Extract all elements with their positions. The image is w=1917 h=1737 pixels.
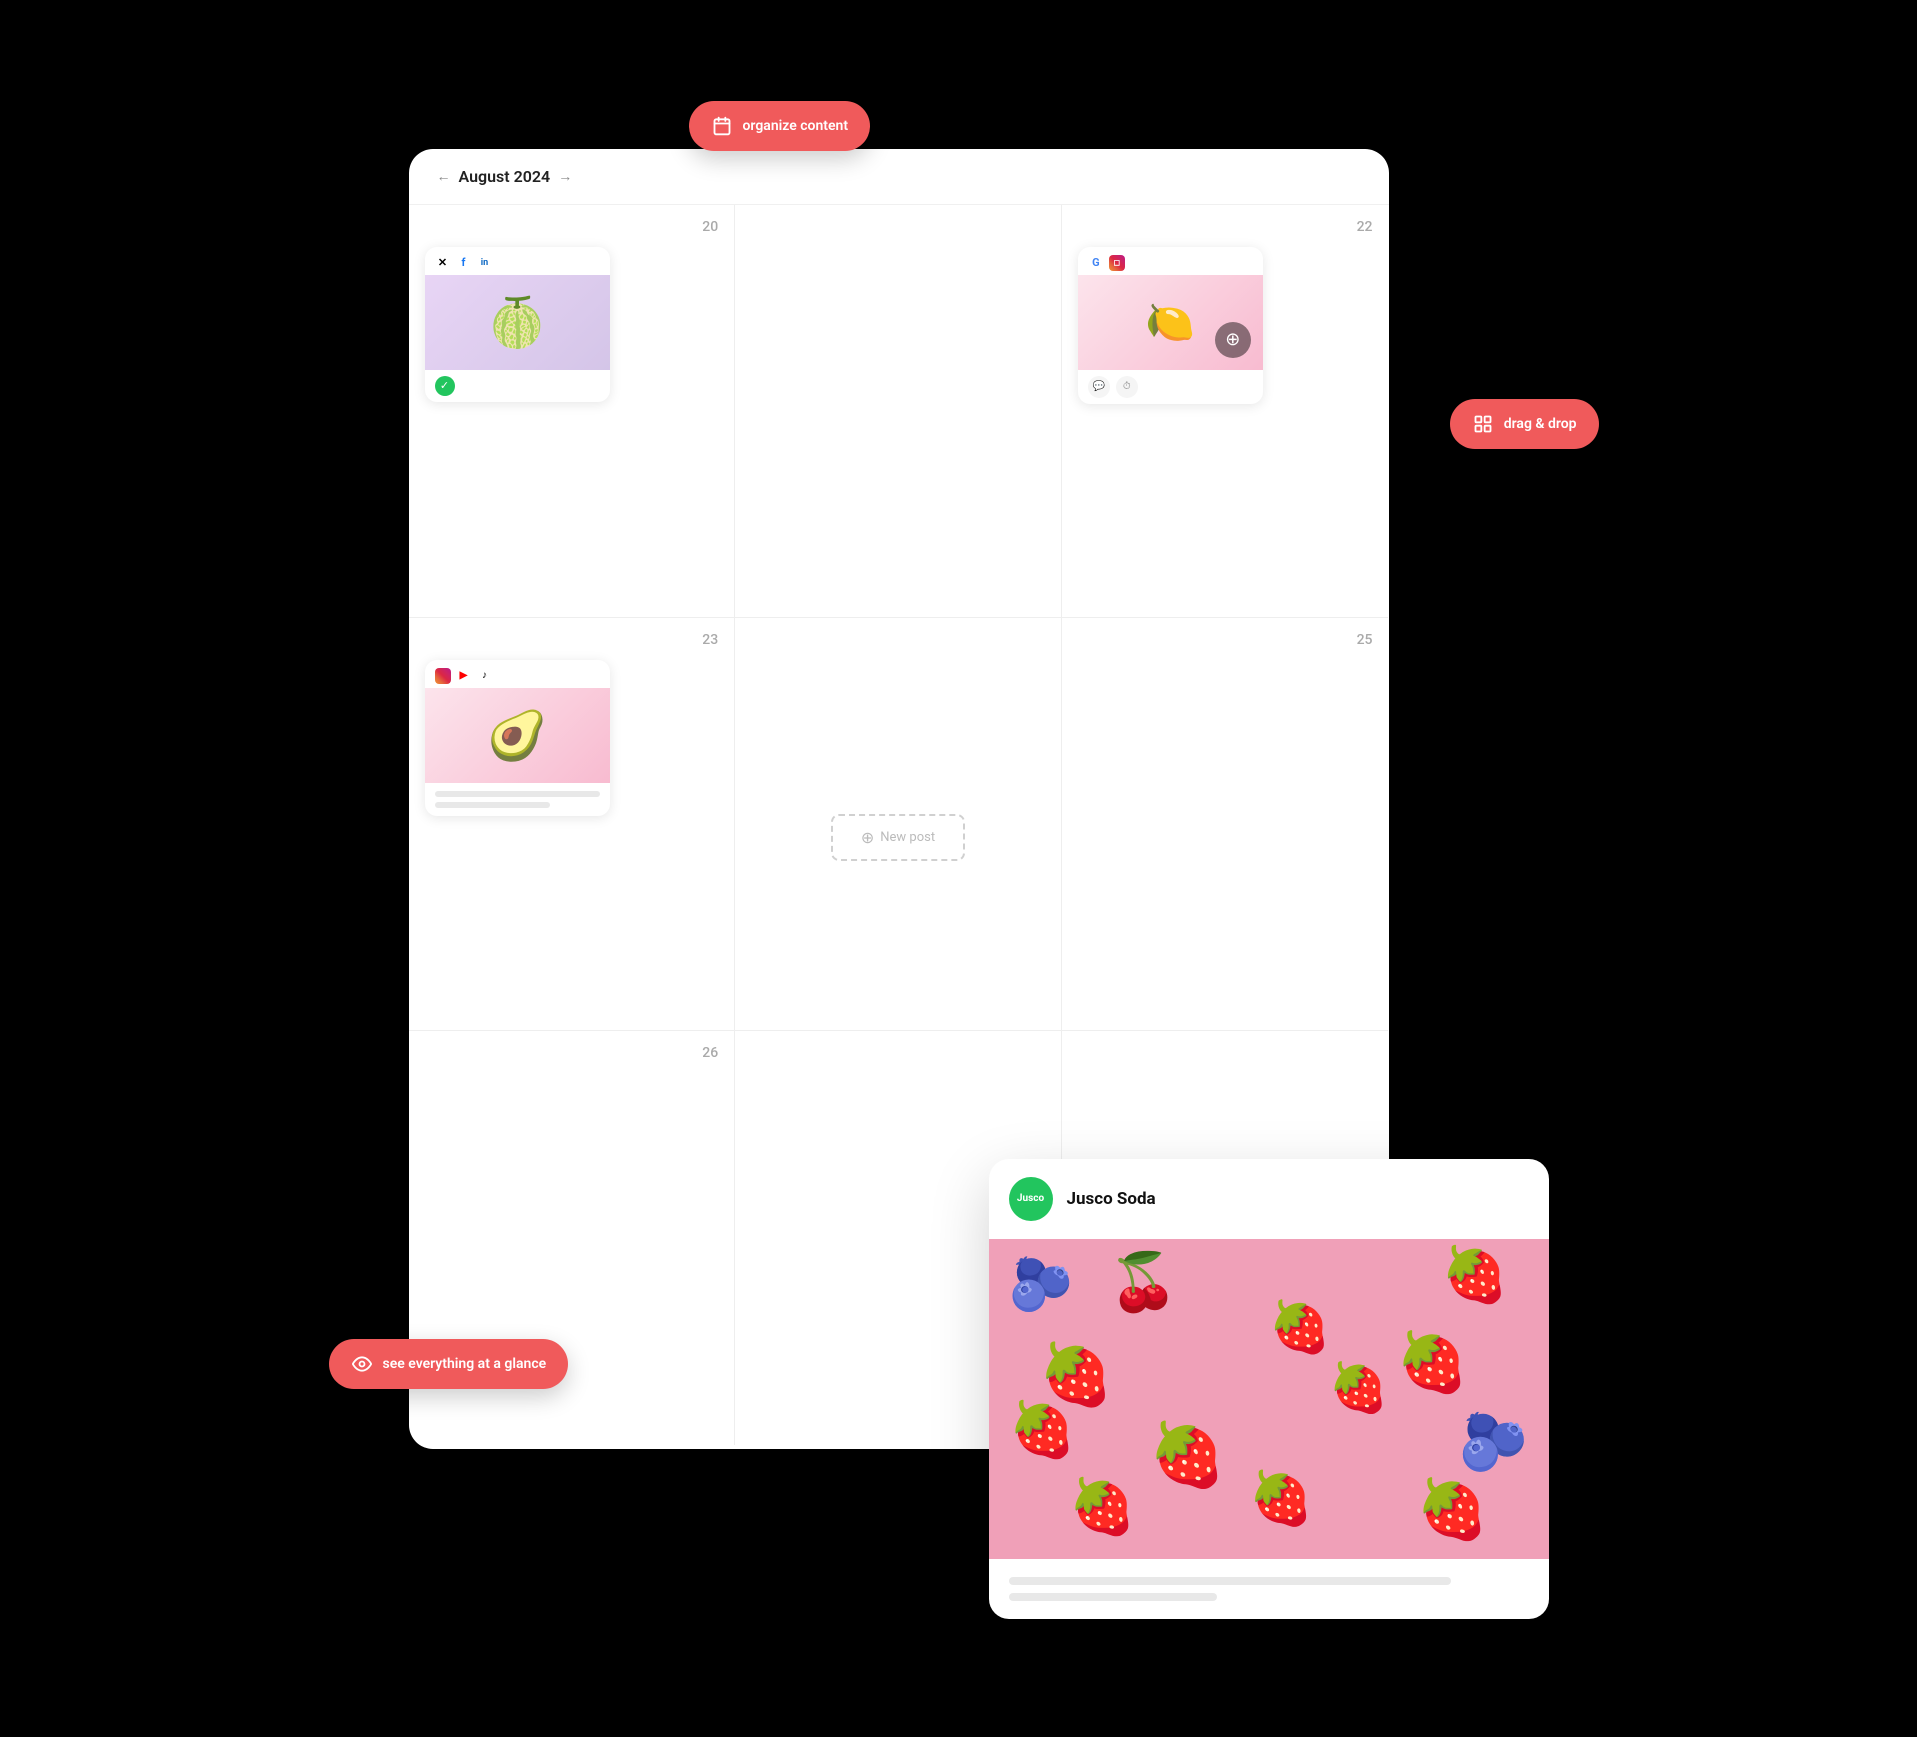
- preview-text-line-2: [1009, 1593, 1217, 1601]
- day-23: 23: [702, 632, 718, 648]
- organize-badge-label: organize content: [743, 118, 849, 134]
- berry-6: 🍓: [1009, 1399, 1076, 1462]
- calendar-nav: ← August 2024 →: [437, 167, 573, 186]
- avocado-emoji: 🥑: [487, 707, 547, 764]
- day-25: 25: [1357, 632, 1373, 648]
- post-card-20-footer: ✓: [425, 370, 610, 402]
- youtube-icon: ▶: [456, 668, 472, 684]
- berry-7: 🍓: [1149, 1419, 1226, 1492]
- tiktok-icon: ♪: [477, 668, 493, 684]
- day-20: 20: [702, 219, 718, 235]
- melon-image: 🍈: [425, 275, 610, 370]
- berry-background: 🫐 🍒 🍓 🍓 🍓 🍓 🍓 🫐 🍓 🍓 🍓 🍓 🍓: [989, 1239, 1549, 1559]
- cal-cell-20: 20 ✕ f in 🍈 ✓: [409, 205, 736, 618]
- calendar-icon: [711, 115, 733, 137]
- brand-initials: Jusco: [1017, 1193, 1044, 1204]
- plus-icon: ⊕: [861, 828, 874, 847]
- day-22: 22: [1357, 219, 1373, 235]
- citrus-image: 🍋 ⊕: [1078, 275, 1263, 370]
- post-card-23-text: [425, 783, 610, 816]
- text-line-2: [435, 802, 551, 808]
- brand-name: Jusco Soda: [1067, 1189, 1156, 1209]
- avocado-image: 🥑: [425, 688, 610, 783]
- brand-avatar: Jusco: [1009, 1177, 1053, 1221]
- post-card-22-icons: G ◻: [1078, 247, 1263, 275]
- berry-8: 🫐: [1459, 1409, 1529, 1475]
- berry-2: 🍒: [1109, 1249, 1179, 1315]
- post-card-melon[interactable]: ✕ f in 🍈 ✓: [425, 247, 610, 402]
- berry-5: 🍓: [1396, 1329, 1468, 1397]
- post-preview-image: 🫐 🍒 🍓 🍓 🍓 🍓 🍓 🫐 🍓 🍓 🍓 🍓 🍓: [989, 1239, 1549, 1559]
- new-post-label: New post: [880, 830, 935, 845]
- organize-badge: organize content: [689, 101, 871, 151]
- instagram-icon: ◻: [1109, 255, 1125, 271]
- cal-cell-center: [735, 205, 1062, 618]
- post-preview-footer: [989, 1559, 1549, 1619]
- glance-badge: see everything at a glance: [329, 1339, 569, 1389]
- comment-icon: 💬: [1088, 376, 1110, 398]
- post-preview-card: Jusco Jusco Soda 🫐 🍒 🍓 🍓 🍓 🍓 🍓 🫐 🍓 🍓 🍓 🍓: [989, 1159, 1549, 1619]
- cal-cell-25: 25: [1062, 618, 1389, 1031]
- day-26: 26: [702, 1045, 718, 1061]
- berry-3: 🍓: [1441, 1244, 1508, 1307]
- post-card-citrus[interactable]: G ◻ 🍋 ⊕ 💬 ⏱: [1078, 247, 1263, 404]
- main-scene: organize content ← August 2024 → 20 ✕ f …: [409, 119, 1509, 1619]
- berry-11: 🍓: [1249, 1468, 1314, 1529]
- berry-13: 🍓: [1329, 1359, 1389, 1416]
- new-post-placeholder[interactable]: ⊕ New post: [831, 814, 965, 861]
- melon-emoji: 🍈: [487, 294, 547, 351]
- next-arrow[interactable]: →: [558, 168, 572, 185]
- prev-arrow[interactable]: ←: [437, 168, 451, 185]
- drag-icon: [1472, 413, 1494, 435]
- calendar-title: August 2024: [459, 167, 551, 186]
- citrus-emoji: 🍋: [1145, 299, 1195, 346]
- preview-text-line-1: [1009, 1577, 1451, 1585]
- dragdrop-badge: drag & drop: [1450, 399, 1599, 449]
- post-card-23-icons: ▶ ♪: [425, 660, 610, 688]
- facebook-icon: f: [456, 255, 472, 271]
- twitter-icon: ✕: [435, 255, 451, 271]
- eye-icon: [351, 1353, 373, 1375]
- cal-cell-24: ⊕ New post: [735, 618, 1062, 1031]
- post-card-22-actions: 💬 ⏱: [1078, 370, 1263, 404]
- text-line-1: [435, 791, 600, 797]
- calendar-header: ← August 2024 →: [409, 149, 1389, 205]
- post-card-avocado[interactable]: ▶ ♪ 🥑: [425, 660, 610, 816]
- dragdrop-badge-label: drag & drop: [1504, 416, 1577, 432]
- overlay-action-icon: ⊕: [1215, 322, 1251, 358]
- linkedin-icon: in: [477, 255, 493, 271]
- cal-cell-22: 22 G ◻ 🍋 ⊕ 💬 ⏱: [1062, 205, 1389, 618]
- berry-9: 🍓: [1069, 1476, 1136, 1539]
- post-preview-header: Jusco Jusco Soda: [989, 1159, 1549, 1239]
- clock-icon: ⏱: [1116, 376, 1138, 398]
- berry-10: 🍓: [1416, 1476, 1488, 1544]
- berry-12: 🍓: [1269, 1299, 1331, 1357]
- post-card-20-icons: ✕ f in: [425, 247, 610, 275]
- cal-cell-23: 23 ▶ ♪ 🥑: [409, 618, 736, 1031]
- google-icon: G: [1088, 255, 1104, 271]
- instagram-icon-2: [435, 668, 451, 684]
- berry-1: 🫐: [1009, 1254, 1074, 1315]
- published-check: ✓: [435, 376, 455, 396]
- glance-badge-label: see everything at a glance: [383, 1356, 547, 1372]
